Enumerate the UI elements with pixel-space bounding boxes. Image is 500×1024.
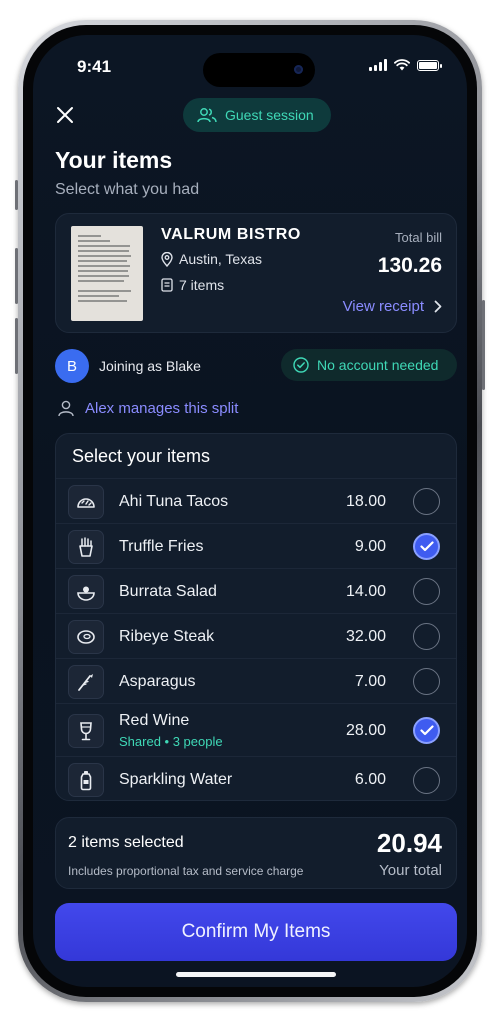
restaurant-name: VALRUM BISTRO: [161, 226, 301, 243]
receipt-card: VALRUM BISTRO Austin, Texas 7 items Tota: [55, 213, 457, 333]
person-icon: [58, 400, 74, 417]
home-indicator[interactable]: [176, 972, 336, 977]
joining-text: Joining as Blake: [99, 358, 201, 374]
view-receipt-label: View receipt: [342, 298, 424, 315]
location-pin-icon: [161, 251, 173, 267]
item-row[interactable]: Truffle Fries 9.00: [56, 523, 456, 569]
status-time: 9:41: [77, 57, 112, 76]
avatar: B: [55, 349, 89, 383]
item-row[interactable]: Red Wine Shared • 3 people 28.00: [56, 703, 456, 757]
item-price: 7.00: [354, 672, 386, 690]
asparagus-icon: [68, 664, 104, 699]
receipt-thumbnail[interactable]: [71, 226, 143, 321]
chevron-right-icon: [434, 300, 442, 313]
confirm-items-button[interactable]: Confirm My Items: [55, 903, 457, 961]
power-button: [482, 300, 485, 390]
camera-icon: [294, 65, 303, 74]
wine-glass-icon: [68, 713, 104, 748]
your-total-label: Your total: [379, 862, 442, 879]
checkmark-circle-icon: [293, 357, 309, 373]
items-card: Select your items Ahi Tuna Tacos 18.00 Tru…: [55, 433, 457, 801]
receipt-items-count: 7 items: [161, 277, 224, 293]
guest-session-label: Guest session: [225, 107, 314, 123]
item-row[interactable]: Ribeye Steak 32.00: [56, 613, 456, 659]
battery-icon: [417, 59, 442, 71]
salad-icon: [68, 574, 104, 609]
item-shared-note: Shared • 3 people: [119, 734, 223, 749]
item-name: Truffle Fries: [119, 537, 204, 555]
taco-icon: [68, 484, 104, 519]
cellular-signal-icon: [369, 59, 387, 71]
close-icon[interactable]: [55, 105, 75, 125]
status-bar: 9:41: [33, 51, 467, 87]
wifi-icon: [394, 59, 410, 71]
item-price: 9.00: [354, 537, 386, 555]
item-checkbox[interactable]: [413, 488, 440, 515]
item-name: Asparagus: [119, 672, 196, 690]
steak-icon: [68, 619, 104, 654]
total-bill-label: Total bill: [395, 230, 442, 245]
guest-session-badge: Guest session: [183, 98, 331, 132]
split-manager-text: Alex manages this split: [85, 399, 239, 417]
page-title: Your items: [55, 147, 173, 173]
dynamic-island: [203, 53, 315, 87]
phone-frame: 9:41 Guest session Your items Select wha…: [15, 20, 485, 1002]
selected-count: 2 items selected: [68, 834, 184, 851]
item-name: Ribeye Steak: [119, 627, 215, 645]
location-text: Austin, Texas: [179, 251, 263, 267]
page-subtitle: Select what you had: [55, 181, 200, 198]
your-total-value: 20.94: [376, 828, 442, 858]
item-name: Burrata Salad: [119, 582, 217, 600]
item-checkbox[interactable]: [413, 578, 440, 605]
summary-note: Includes proportional tax and service ch…: [68, 864, 304, 878]
items-heading: Select your items: [72, 446, 211, 466]
item-checkbox[interactable]: [413, 623, 440, 650]
split-manager: Alex manages this split: [57, 399, 238, 417]
item-price: 18.00: [345, 492, 386, 510]
view-receipt-link[interactable]: View receipt: [343, 298, 442, 315]
item-name: Ahi Tuna Tacos: [119, 492, 229, 510]
item-checkbox-checked[interactable]: [413, 533, 440, 560]
water-bottle-icon: [68, 763, 104, 797]
item-name: Red Wine: [119, 712, 190, 729]
item-price: 14.00: [345, 582, 386, 600]
action-button: [15, 180, 18, 210]
item-checkbox[interactable]: [413, 668, 440, 695]
item-row[interactable]: Burrata Salad 14.00: [56, 568, 456, 614]
item-price: 6.00: [354, 771, 386, 788]
receipt-list-icon: [161, 278, 173, 292]
no-account-badge: No account needed: [281, 349, 457, 381]
item-checkbox-checked[interactable]: [413, 717, 440, 744]
joining-as: B Joining as Blake: [55, 349, 201, 383]
volume-down-button: [15, 318, 18, 374]
screen: 9:41 Guest session Your items Select wha…: [33, 35, 467, 987]
no-account-text: No account needed: [317, 357, 439, 373]
fries-icon: [68, 529, 104, 564]
item-row[interactable]: Asparagus 7.00: [56, 658, 456, 704]
phone-bezel: 9:41 Guest session Your items Select wha…: [23, 25, 477, 997]
item-checkbox[interactable]: [413, 766, 440, 794]
status-icons: [369, 59, 442, 71]
item-row[interactable]: Ahi Tuna Tacos 18.00: [56, 478, 456, 524]
restaurant-location: Austin, Texas: [161, 251, 262, 267]
item-name: Sparkling Water: [119, 771, 233, 788]
summary-card: 2 items selected Includes proportional t…: [55, 817, 457, 889]
items-count-text: 7 items: [179, 277, 225, 293]
volume-up-button: [15, 248, 18, 304]
users-icon: [197, 108, 217, 123]
total-bill-value: 130.26: [377, 254, 442, 277]
item-price: 28.00: [345, 721, 386, 739]
item-row[interactable]: Sparkling Water 6.00: [56, 756, 456, 803]
item-price: 32.00: [345, 627, 386, 645]
